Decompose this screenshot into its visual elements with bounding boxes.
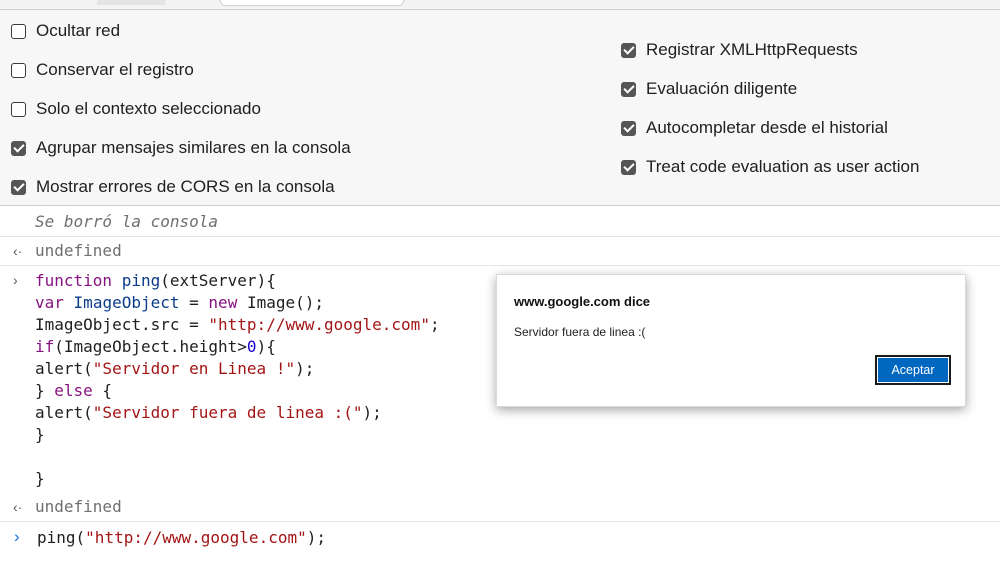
setting-user-action-eval[interactable]: Treat code evaluation as user action bbox=[621, 156, 919, 178]
console-settings-panel: Ocultar red Conservar el registro Solo e… bbox=[0, 10, 1000, 206]
setting-show-cors-errors[interactable]: Mostrar errores de CORS en la consola bbox=[11, 176, 335, 198]
code-line: function ping(extServer){ bbox=[35, 271, 276, 290]
console-cleared-row: Se borró la consola bbox=[0, 206, 1000, 237]
setting-selected-context-only[interactable]: Solo el contexto seleccionado bbox=[11, 98, 261, 120]
console-cleared-message: Se borró la consola bbox=[35, 212, 219, 231]
setting-log-xhr[interactable]: Registrar XMLHttpRequests bbox=[621, 39, 858, 61]
prompt-input[interactable]: ping("http://www.google.com"); bbox=[37, 527, 326, 549]
setting-label: Conservar el registro bbox=[36, 60, 194, 79]
console-toolbar bbox=[0, 0, 1000, 10]
dialog-title: www.google.com dice bbox=[514, 294, 651, 309]
checkbox[interactable] bbox=[11, 101, 26, 117]
setting-label: Solo el contexto seleccionado bbox=[36, 99, 261, 118]
code-line: } else { bbox=[35, 381, 113, 400]
prompt-chevron-icon: › bbox=[14, 527, 20, 546]
checkbox[interactable] bbox=[621, 42, 636, 58]
setting-eager-evaluation[interactable]: Evaluación diligente bbox=[621, 78, 797, 100]
console-result-row: ‹· undefined bbox=[0, 237, 1000, 266]
code-line: ImageObject.src = "http://www.google.com… bbox=[35, 315, 440, 334]
setting-hide-network[interactable]: Ocultar red bbox=[11, 20, 120, 42]
console-result: undefined bbox=[35, 497, 122, 516]
code-line: if(ImageObject.height>0){ bbox=[35, 337, 276, 356]
console-result-row: ‹· undefined bbox=[0, 494, 1000, 522]
setting-label: Agrupar mensajes similares en la consola bbox=[36, 138, 351, 157]
console-prompt[interactable]: › ping("http://www.google.com"); bbox=[0, 522, 1000, 582]
setting-label: Autocompletar desde el historial bbox=[646, 118, 888, 137]
setting-label: Ocultar red bbox=[36, 21, 121, 40]
result-arrow-icon: ‹· bbox=[13, 243, 23, 259]
code-line: var ImageObject = new Image(); bbox=[35, 293, 325, 312]
setting-autocomplete-history[interactable]: Autocompletar desde el historial bbox=[621, 117, 888, 139]
setting-preserve-log[interactable]: Conservar el registro bbox=[11, 59, 194, 81]
setting-label: Treat code evaluation as user action bbox=[646, 157, 920, 176]
input-chevron-icon: › bbox=[13, 272, 18, 288]
setting-group-similar[interactable]: Agrupar mensajes similares en la consola bbox=[11, 137, 351, 159]
code-line: } bbox=[35, 425, 45, 444]
checkbox[interactable] bbox=[621, 120, 636, 136]
setting-label: Evaluación diligente bbox=[646, 79, 798, 98]
checkbox[interactable] bbox=[11, 62, 26, 78]
checkbox[interactable] bbox=[11, 23, 26, 39]
code-line: alert("Servidor en Linea !"); bbox=[35, 359, 315, 378]
checkbox[interactable] bbox=[11, 179, 26, 195]
alert-dialog: www.google.com dice Servidor fuera de li… bbox=[496, 274, 966, 407]
checkbox[interactable] bbox=[621, 159, 636, 175]
checkbox[interactable] bbox=[621, 81, 636, 97]
toolbar-tab[interactable] bbox=[97, 0, 165, 5]
accept-button[interactable]: Aceptar bbox=[875, 355, 951, 385]
result-arrow-icon: ‹· bbox=[13, 499, 23, 515]
setting-label: Registrar XMLHttpRequests bbox=[646, 40, 858, 59]
dialog-message: Servidor fuera de linea :( bbox=[514, 325, 646, 339]
code-line: alert("Servidor fuera de linea :("); bbox=[35, 403, 382, 422]
code-line: } bbox=[35, 469, 45, 488]
console-result: undefined bbox=[35, 241, 122, 260]
checkbox[interactable] bbox=[11, 140, 26, 156]
setting-label: Mostrar errores de CORS en la consola bbox=[36, 177, 335, 196]
filter-input[interactable] bbox=[220, 0, 404, 6]
